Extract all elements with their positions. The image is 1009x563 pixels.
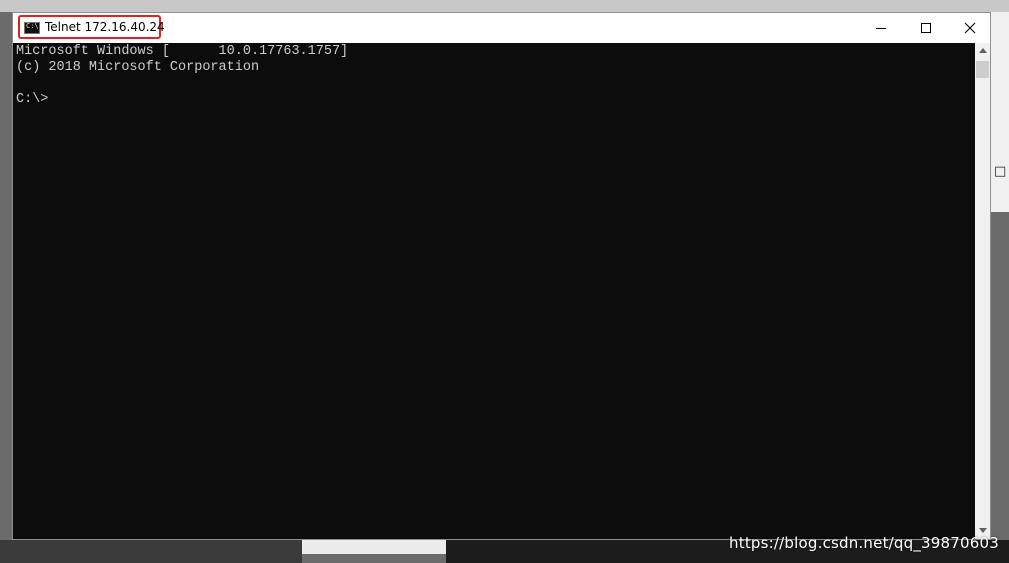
maximize-icon — [921, 23, 931, 33]
console-line-copyright: (c) 2018 Microsoft Corporation — [16, 60, 260, 75]
close-button[interactable] — [947, 13, 993, 43]
console-line-version: Microsoft Windows [ 10.0.17763.1757] — [16, 44, 349, 59]
telnet-window[interactable]: C:\ Telnet 172.16.40.24 Microsoft Window… — [12, 12, 991, 540]
title-bar[interactable]: C:\ Telnet 172.16.40.24 — [13, 13, 990, 43]
background-glyph: □ — [994, 164, 1007, 179]
vertical-scrollbar[interactable] — [975, 43, 990, 539]
background-panel-fragment — [302, 540, 446, 554]
maximize-button[interactable] — [903, 13, 949, 43]
scroll-up-button[interactable] — [975, 43, 990, 59]
background-terminal-fragment — [0, 540, 302, 563]
arrow-down-icon — [979, 528, 987, 533]
arrow-up-icon — [979, 48, 987, 53]
console-icon-glyph: C:\ — [26, 22, 39, 30]
console-output[interactable]: Microsoft Windows [ 10.0.17763.1757] (c)… — [13, 43, 975, 539]
background-desktop-top — [0, 0, 1009, 12]
window-title: Telnet 172.16.40.24 — [45, 20, 165, 34]
minimize-button[interactable] — [858, 13, 904, 43]
scroll-thumb[interactable] — [976, 61, 989, 78]
watermark-url: https://blog.csdn.net/qq_39870603 — [729, 534, 999, 552]
close-icon — [964, 22, 976, 34]
console-icon[interactable]: C:\ — [24, 22, 40, 34]
console-prompt[interactable]: C:\> — [16, 92, 48, 108]
minimize-icon — [876, 28, 886, 29]
